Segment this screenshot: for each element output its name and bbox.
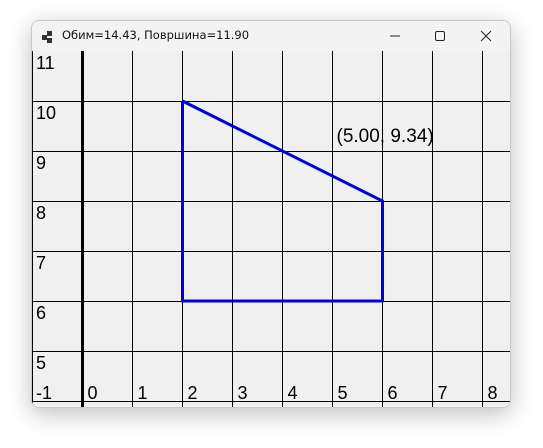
annotations: (5.00, 9.34) (337, 126, 434, 147)
x-tick-label: 7 (438, 383, 448, 403)
x-tick-label: 1 (138, 383, 148, 403)
title-bar[interactable]: Обим=14.43, Површина=11.90 (32, 21, 510, 51)
x-tick-label: 2 (188, 383, 198, 403)
y-tick-label: 10 (36, 103, 56, 123)
tick-labels: 6 7 8 9 10 11 5 -1 0 1 2 3 4 5 6 7 8 (36, 53, 498, 403)
x-tick-label: 4 (288, 383, 298, 403)
minimize-button[interactable] (372, 21, 418, 51)
app-window-icon (41, 29, 55, 43)
point-coordinate-label: (5.00, 9.34) (337, 126, 434, 147)
coordinate-plot[interactable]: 6 7 8 9 10 11 5 -1 0 1 2 3 4 5 6 7 8 (5.00, 9.34) (32, 51, 510, 407)
x-tick-label: 5 (338, 383, 348, 403)
y-tick-label: 7 (36, 253, 46, 273)
x-tick-label: -1 (36, 383, 52, 403)
maximize-icon (434, 27, 446, 46)
grid-lines (32, 51, 510, 407)
window-title: Обим=14.43, Површина=11.90 (62, 28, 250, 42)
x-tick-label: 0 (88, 383, 98, 403)
app-window: Обим=14.43, Површина=11.90 6 7 8 9 10 11 5… (31, 20, 511, 408)
minimize-icon (389, 27, 401, 46)
y-tick-label: 9 (36, 153, 46, 173)
x-tick-label: 3 (238, 383, 248, 403)
x-tick-label: 6 (388, 383, 398, 403)
y-tick-label: 6 (36, 303, 46, 323)
plot-canvas[interactable]: 6 7 8 9 10 11 5 -1 0 1 2 3 4 5 6 7 8 (5.00, 9.34) (32, 51, 510, 407)
close-button[interactable] (463, 21, 509, 51)
maximize-button[interactable] (417, 21, 463, 51)
y-tick-label: 5 (36, 353, 46, 373)
y-tick-label: 11 (36, 53, 55, 73)
x-tick-label: 8 (488, 383, 498, 403)
y-tick-label: 8 (36, 203, 46, 223)
close-icon (480, 27, 492, 46)
